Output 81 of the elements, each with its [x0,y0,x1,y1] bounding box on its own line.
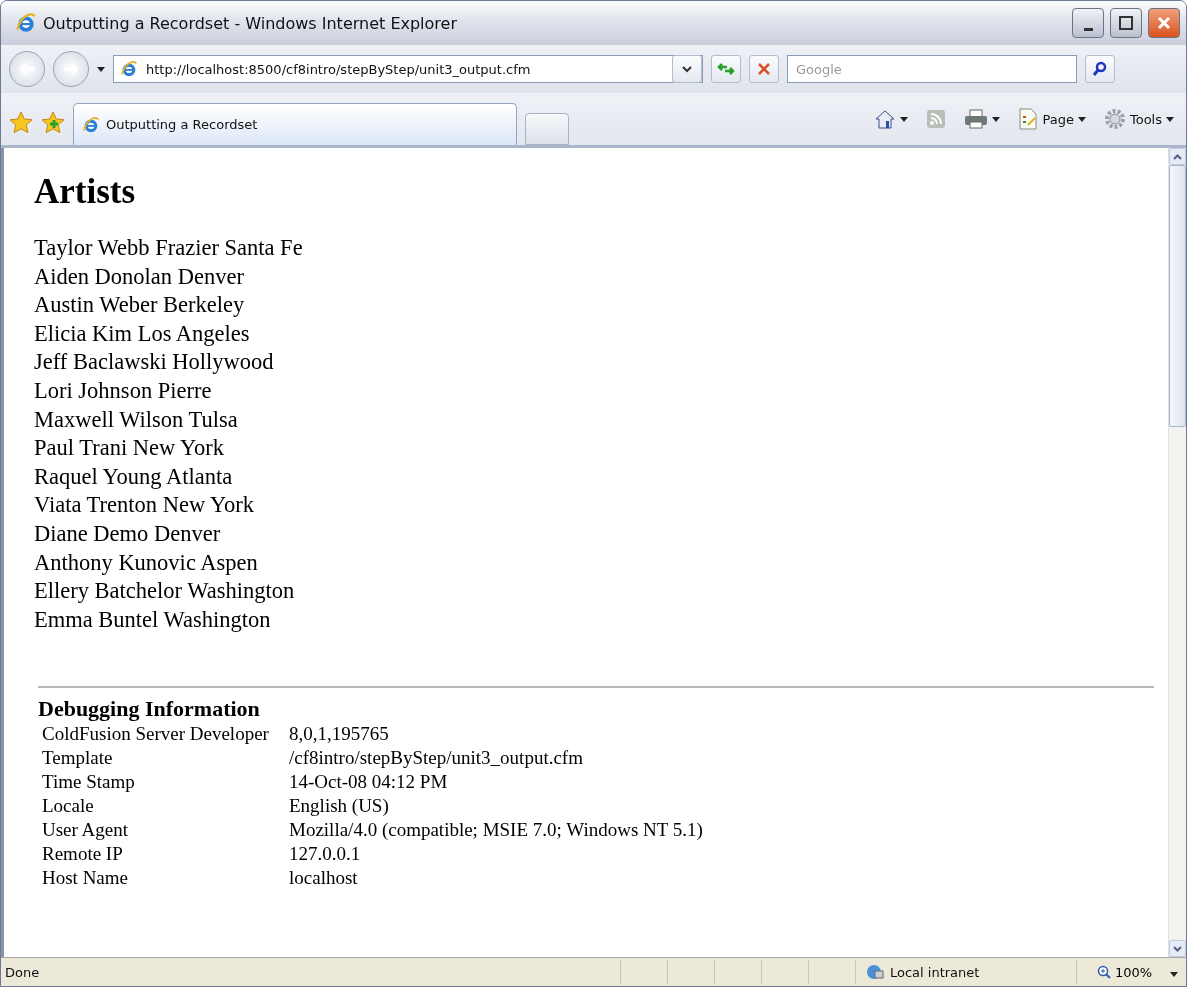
debug-label: Time Stamp [42,770,136,795]
zoom-button[interactable]: 100% [1076,960,1186,984]
browser-logo-icon [82,115,100,134]
stop-button[interactable] [749,55,779,83]
debug-value: Mozilla/4.0 (compatible; MSIE 7.0; Windows NT 5.1) [289,818,704,843]
page-heading: Artists [34,172,137,212]
printer-icon [964,109,989,129]
search-button[interactable] [1085,55,1115,83]
artist-entry: Jeff Baclawski Hollywood [34,348,275,377]
caret-icon [1170,971,1179,977]
debug-label: Locale [42,794,95,819]
close-icon [1157,16,1171,30]
caret-icon [900,116,909,122]
debug-label: Remote IP [42,842,124,867]
window-title: Outputting a Recordset - Windows Internet Explorer [43,13,458,33]
artist-entry: Anthony Kunovic Aspen [34,548,259,577]
artist-entry: Diane Demo Denver [34,519,222,548]
refresh-icon [717,61,735,77]
maximize-icon [1119,16,1133,30]
back-button[interactable] [9,51,45,87]
artist-entry: Aiden Donolan Denver [34,262,245,291]
scroll-down-button[interactable] [1169,940,1186,957]
page-icon [1018,108,1039,130]
scroll-up-button[interactable] [1169,148,1186,165]
artist-entry: Maxwell Wilson Tulsa [34,405,239,434]
address-bar[interactable]: http://localhost:8500/cf8intro/stepByStep/unit3_output.cfm [113,55,703,83]
zoom-icon [1097,965,1111,979]
scroll-thumb[interactable] [1169,165,1186,427]
gear-icon [1103,108,1126,130]
zone-label: Local intranet [890,964,980,980]
minimize-button[interactable] [1072,8,1104,38]
artist-entry: Viata Trenton New York [34,491,255,520]
debug-value: localhost [289,866,359,891]
close-button[interactable] [1148,8,1180,38]
refresh-button[interactable] [711,55,741,83]
chevron-up-icon [1173,153,1182,160]
maximize-button[interactable] [1110,8,1142,38]
dropdown-button[interactable] [672,55,702,83]
artist-entry: Taylor Webb Frazier Santa Fe [34,234,304,262]
artist-entry: Elicia Kim Los Angeles [34,319,251,348]
tools-menu[interactable]: Tools [1099,103,1178,135]
artist-entry: Ellery Batchelor Washington [34,577,296,606]
debug-title: Debugging Information [37,696,261,723]
browser-tab[interactable]: Outputting a Recordset [73,103,517,145]
browser-logo-icon [15,12,37,34]
artist-entry: Emma Buntel Washington [34,605,272,634]
debug-label: User Agent [42,818,129,843]
page-menu[interactable]: Page [1014,103,1090,135]
caret-icon [97,66,105,72]
debug-value: 8,0,1,195765 [289,722,390,747]
debug-value: English (US) [289,794,390,819]
artist-entry: Lori Johnson Pierre [34,376,213,405]
debug-value: /cf8intro/stepByStep/unit3_output.cfm [289,746,584,771]
debug-label: Host Name [42,866,129,891]
artist-entry: Austin Weber Berkeley [34,291,246,320]
chevron-down-icon [1173,945,1182,952]
search-icon [1092,61,1108,77]
add-favorite-icon[interactable] [41,111,65,135]
scrollbar[interactable] [1168,148,1186,957]
chevron-down-icon [682,65,692,73]
minimize-icon [1083,27,1093,31]
debug-label: ColdFusion Server Developer [42,722,270,747]
debug-value: 14-Oct-08 04:12 PM [289,770,449,795]
home-icon [874,109,897,129]
debug-label: Template [42,746,114,771]
debug-value: 127.0.0.1 [289,842,362,867]
forward-button[interactable] [53,51,89,87]
status-text: Done [4,964,41,980]
feed-icon [926,109,947,129]
caret-icon [1077,116,1086,122]
star-icon[interactable] [9,111,33,135]
search-field[interactable]: Google [787,55,1077,83]
forward-arrow-icon [62,62,80,76]
browser-logo-icon [120,60,138,78]
caret-icon [992,116,1001,122]
back-arrow-icon [18,62,36,76]
artist-entry: Paul Trani New York [34,434,226,463]
caret-icon [1166,116,1174,122]
stop-icon [757,62,771,76]
artist-entry: Raquel Young Atlanta [34,462,234,491]
globe-icon [866,964,884,980]
